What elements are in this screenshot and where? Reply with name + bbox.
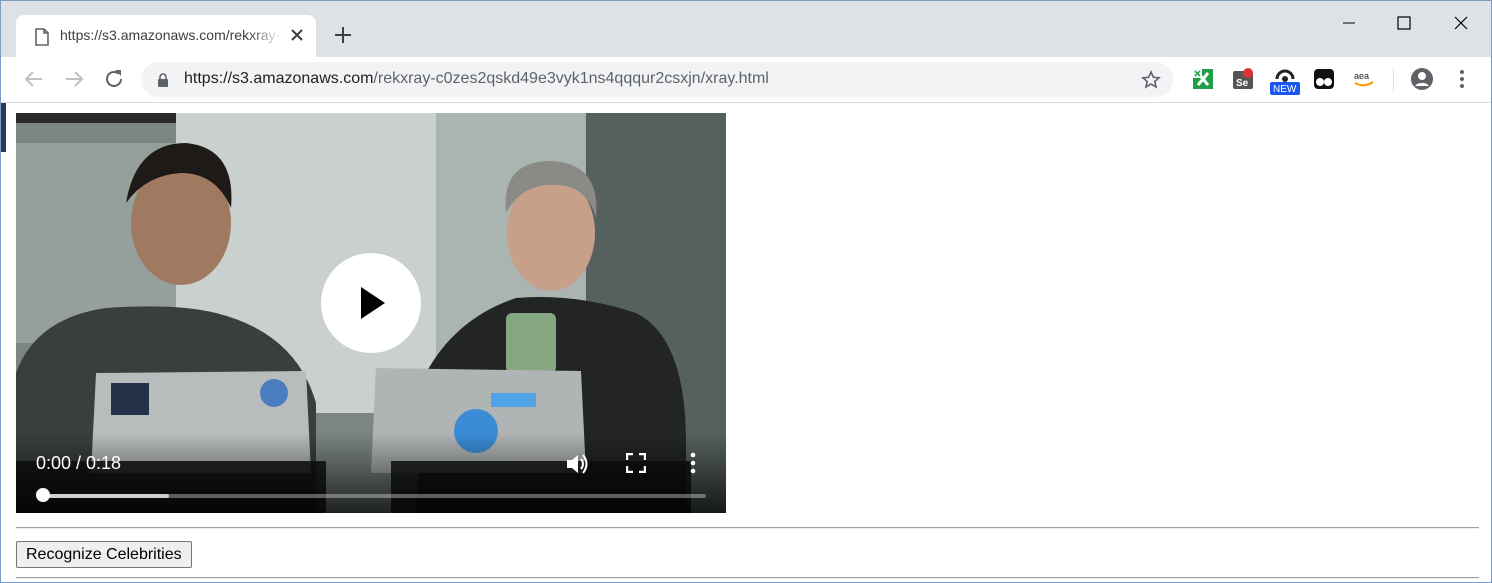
video-timecode: 0:00 / 0:18 xyxy=(36,453,122,473)
back-icon[interactable] xyxy=(22,67,46,91)
url-host: https://s3.amazonaws.com xyxy=(184,70,374,87)
selenium-extension-icon[interactable]: Se xyxy=(1231,67,1255,91)
minimize-button[interactable] xyxy=(1326,7,1372,37)
progress-thumb[interactable] xyxy=(36,488,50,502)
svg-text:NEW: NEW xyxy=(1273,84,1297,95)
close-icon xyxy=(1454,16,1468,30)
excel-extension-icon[interactable] xyxy=(1191,67,1215,91)
play-icon xyxy=(361,287,385,319)
controls-overlay xyxy=(16,433,726,513)
svg-text:aea: aea xyxy=(1354,71,1369,81)
maximize-icon xyxy=(1397,16,1411,30)
video-player[interactable]: 0:00 / 0:18 xyxy=(16,113,726,513)
maximize-button[interactable] xyxy=(1381,7,1427,37)
tab-title: https://s3.amazonaws.com/rekxray-c0zes2q… xyxy=(60,27,282,43)
reload-icon[interactable] xyxy=(102,67,126,91)
lock-icon xyxy=(158,73,168,87)
fullscreen-icon[interactable] xyxy=(626,453,646,473)
gear-new-icon: NEW xyxy=(1270,69,1300,95)
tab-active[interactable]: https://s3.amazonaws.com/rekxray-c0zes2q… xyxy=(16,15,316,57)
desktop-edge xyxy=(1,102,6,152)
new-badge-extension-icon[interactable]: NEW xyxy=(1269,65,1301,95)
url-text: https://s3.amazonaws.com/rekxray-c0zes2q… xyxy=(184,70,769,88)
play-button[interactable] xyxy=(321,253,421,353)
address-bar[interactable]: https://s3.amazonaws.com/rekxray-c0zes2q… xyxy=(141,62,1173,97)
video-menu-icon[interactable] xyxy=(689,452,697,474)
close-window-button[interactable] xyxy=(1438,7,1484,37)
recognize-celebrities-button[interactable]: Recognize Celebrities xyxy=(16,541,192,568)
tab-strip: https://s3.amazonaws.com/rekxray-c0zes2q… xyxy=(1,1,1491,57)
forward-icon[interactable] xyxy=(62,67,86,91)
amazon-assistant-extension-icon[interactable]: aea xyxy=(1352,67,1376,91)
bookmark-star-icon[interactable] xyxy=(1141,70,1161,90)
tampermonkey-extension-icon[interactable] xyxy=(1312,67,1336,91)
profile-icon[interactable] xyxy=(1410,67,1434,91)
minimize-icon xyxy=(1343,22,1355,24)
kebab-menu-icon[interactable] xyxy=(1450,67,1474,91)
selenium-icon: Se xyxy=(1233,68,1253,89)
url-path: /rekxray-c0zes2qskd49e3vyk1ns4qqqur2csxj… xyxy=(373,70,769,87)
amazon-icon: aea xyxy=(1354,71,1374,87)
close-tab-icon[interactable] xyxy=(288,26,306,44)
divider-top xyxy=(16,527,1479,529)
progress-buffer xyxy=(43,494,169,498)
divider-bottom xyxy=(16,577,1479,579)
browser-window: https://s3.amazonaws.com/rekxray-c0zes2q… xyxy=(0,0,1492,583)
volume-icon[interactable] xyxy=(564,451,590,477)
new-tab-icon[interactable] xyxy=(331,23,355,47)
browser-toolbar: https://s3.amazonaws.com/rekxray-c0zes2q… xyxy=(1,57,1491,103)
svg-text:Se: Se xyxy=(1236,78,1249,89)
toolbar-separator xyxy=(1393,69,1394,91)
page-icon xyxy=(35,28,49,46)
